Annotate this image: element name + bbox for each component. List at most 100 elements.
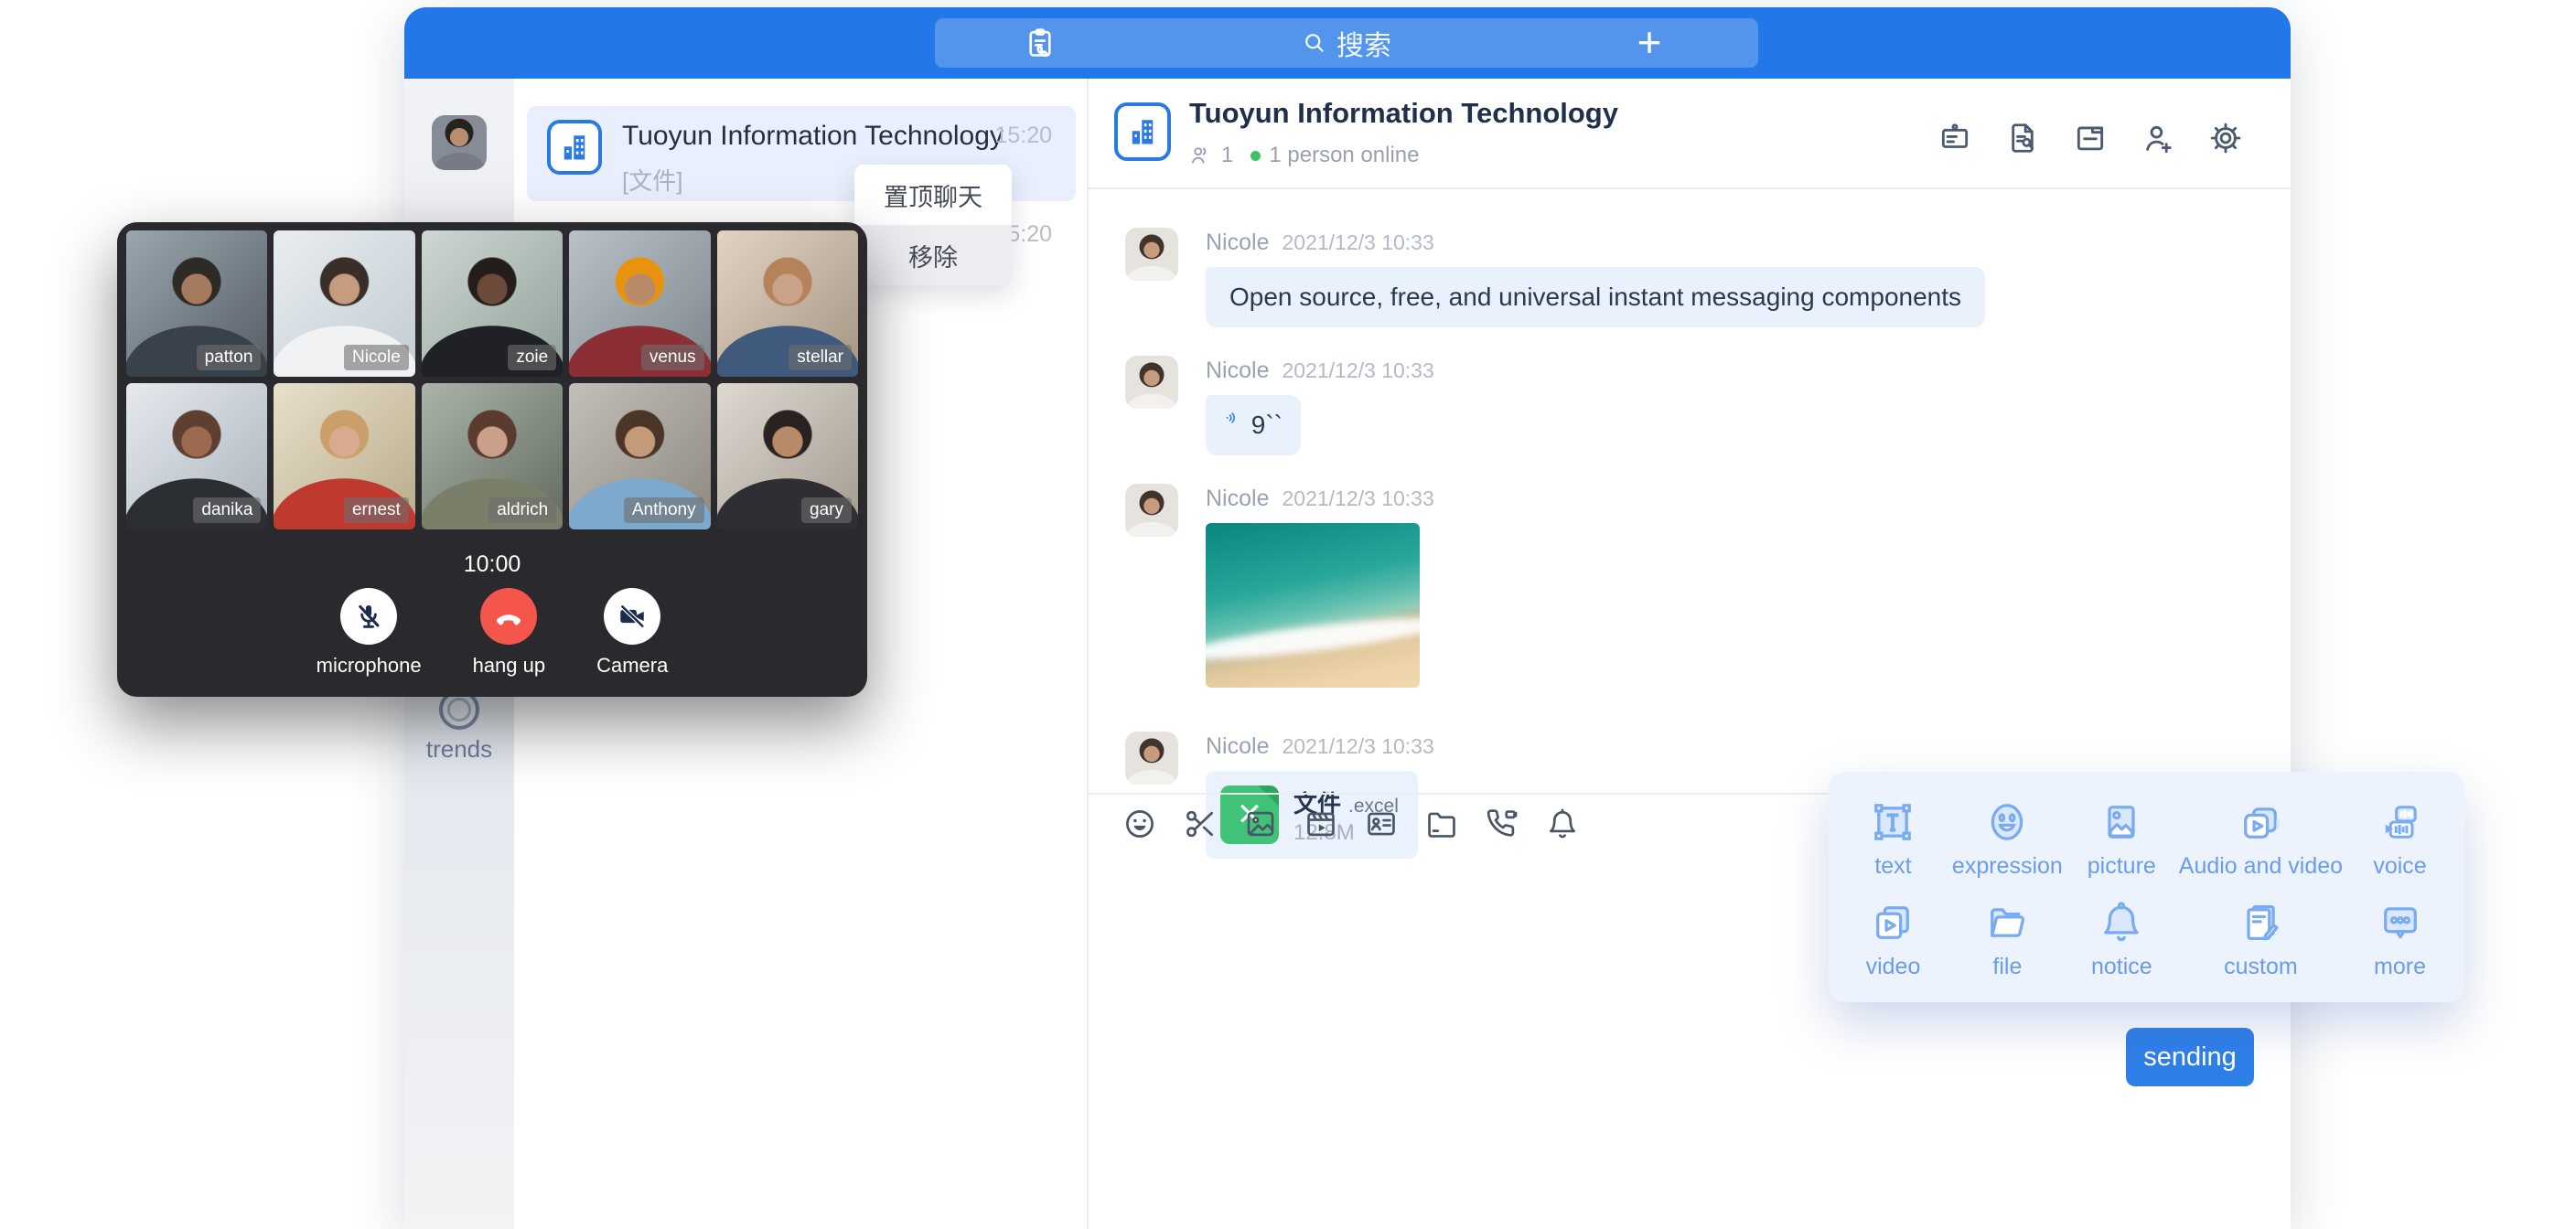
search-icon [1302,30,1327,56]
notification-bell-icon[interactable] [1545,807,1580,841]
sender-avatar[interactable] [1125,356,1178,409]
my-avatar[interactable] [432,115,487,170]
popup-item-audio-video[interactable]: Audio and video [2179,788,2343,889]
audio-video-icon [2237,798,2284,846]
more-bubble-icon [2377,899,2424,946]
call-controls: microphone hang up Camera [117,588,867,678]
message-time: 2021/12/3 10:33 [1282,230,1433,255]
members-icon [1189,144,1213,167]
camera-label: Camera [596,654,668,678]
sidebar-item-trends[interactable]: trends [404,689,514,764]
conversation-preview: [文件] [622,163,682,197]
screenshot-scissors-icon[interactable] [1183,807,1218,841]
participant-name: zoie [508,345,556,370]
picture-icon [2098,798,2145,846]
contact-card-icon[interactable] [1364,807,1399,841]
message-text: Nicole 2021/12/3 10:33 Open source, free… [1125,228,1985,327]
message-voice: Nicole 2021/12/3 10:33 9`` [1125,356,1434,455]
participant-tile[interactable]: Nicole [274,230,414,377]
participant-name: Nicole [344,345,409,370]
popup-item-more[interactable]: more [2343,889,2457,989]
microphone-label: microphone [317,654,422,678]
member-count: 1 [1221,143,1233,168]
popup-item-expression[interactable]: expression [1950,788,2065,889]
popup-item-picture[interactable]: picture [2065,788,2179,889]
sender-name: Nicole [1206,230,1269,256]
sender-avatar[interactable] [1125,228,1178,281]
chat-history-search-icon[interactable] [2005,121,2040,155]
menu-item-pin-chat[interactable]: 置顶聊天 [854,165,1012,225]
participant-tile[interactable]: zoie [422,230,563,377]
video-file-icon [1869,899,1916,946]
hang-up-icon[interactable] [480,588,537,645]
message-time: 2021/12/3 10:33 [1282,486,1433,511]
add-member-icon[interactable] [2141,121,2175,155]
search-placeholder: 搜索 [1336,23,1391,63]
group-building-icon [547,120,602,175]
search-bar[interactable]: 搜索 + [935,18,1758,68]
notice-bell-icon [2098,899,2145,946]
participant-tile[interactable]: Anthony [569,383,710,529]
online-status: 1 person online [1269,143,1419,168]
send-button[interactable]: sending [2126,1028,2254,1086]
trends-label: trends [404,735,514,764]
folder-icon[interactable] [1424,807,1459,841]
message-time: 2021/12/3 10:33 [1282,358,1433,383]
beach-photo-message[interactable] [1206,523,1420,688]
participant-tile[interactable]: danika [126,383,267,529]
participant-tile[interactable]: ernest [274,383,414,529]
popup-item-custom[interactable]: custom [2179,889,2343,989]
popup-item-video[interactable]: video [1836,889,1950,989]
hang-up-label: hang up [473,654,546,678]
sender-name: Nicole [1206,486,1269,512]
group-building-icon [1114,102,1171,161]
camera-muted-icon[interactable] [604,588,660,645]
sender-avatar[interactable] [1125,732,1178,785]
announcement-icon[interactable] [1937,121,1972,155]
text-bubble[interactable]: Open source, free, and universal instant… [1206,267,1985,327]
sender-name: Nicole [1206,733,1269,760]
message-image: Nicole 2021/12/3 10:33 [1125,484,1434,688]
add-button[interactable]: + [1628,22,1670,64]
voice-bubble[interactable]: 9`` [1206,395,1301,455]
participant-name: ernest [344,497,409,523]
video-clapper-icon[interactable] [1304,807,1338,841]
custom-doc-icon [2237,899,2284,946]
group-call-overlay: patton Nicole zoie venus stellar danika … [117,222,867,697]
popup-item-notice[interactable]: notice [2065,889,2179,989]
sender-avatar[interactable] [1125,484,1178,537]
participant-name: patton [197,345,262,370]
microphone-control[interactable]: microphone [317,588,422,678]
camera-control[interactable]: Camera [596,588,668,678]
participant-tile[interactable]: aldrich [422,383,563,529]
participant-tile[interactable]: stellar [717,230,858,377]
popup-item-text[interactable]: text [1836,788,1950,889]
popup-item-voice[interactable]: voice [2343,788,2457,889]
voice-duration: 9`` [1251,411,1283,440]
participant-name: aldrich [488,497,556,523]
participant-name: danika [193,497,261,523]
hang-up-control[interactable]: hang up [473,588,546,678]
popup-item-file[interactable]: file [1950,889,2065,989]
settings-gear-icon[interactable] [2208,121,2243,155]
top-bar: 搜索 + [404,7,2291,79]
participant-tile[interactable]: gary [717,383,858,529]
participant-tile[interactable]: patton [126,230,267,377]
participant-tile[interactable]: venus [569,230,710,377]
conversation-title: Tuoyun Information Technology [622,121,1004,152]
online-dot [1250,151,1261,161]
input-toolbar [1122,807,1580,841]
emoji-icon[interactable] [1122,807,1157,841]
message-time: 2021/12/3 10:33 [1282,734,1433,759]
group-file-icon[interactable] [2073,121,2108,155]
microphone-muted-icon[interactable] [340,588,397,645]
participant-name: Anthony [624,497,704,523]
menu-item-remove[interactable]: 移除 [854,225,1012,285]
message-list: Nicole 2021/12/3 10:33 Open source, free… [1089,189,2291,793]
participant-name: venus [641,345,704,370]
chat-panel: Tuoyun Information Technology 1 1 person… [1089,79,2291,1229]
image-icon[interactable] [1243,807,1278,841]
text-icon [1869,798,1916,846]
call-icon[interactable] [1485,807,1519,841]
voice-bubbles-icon [2377,798,2424,846]
